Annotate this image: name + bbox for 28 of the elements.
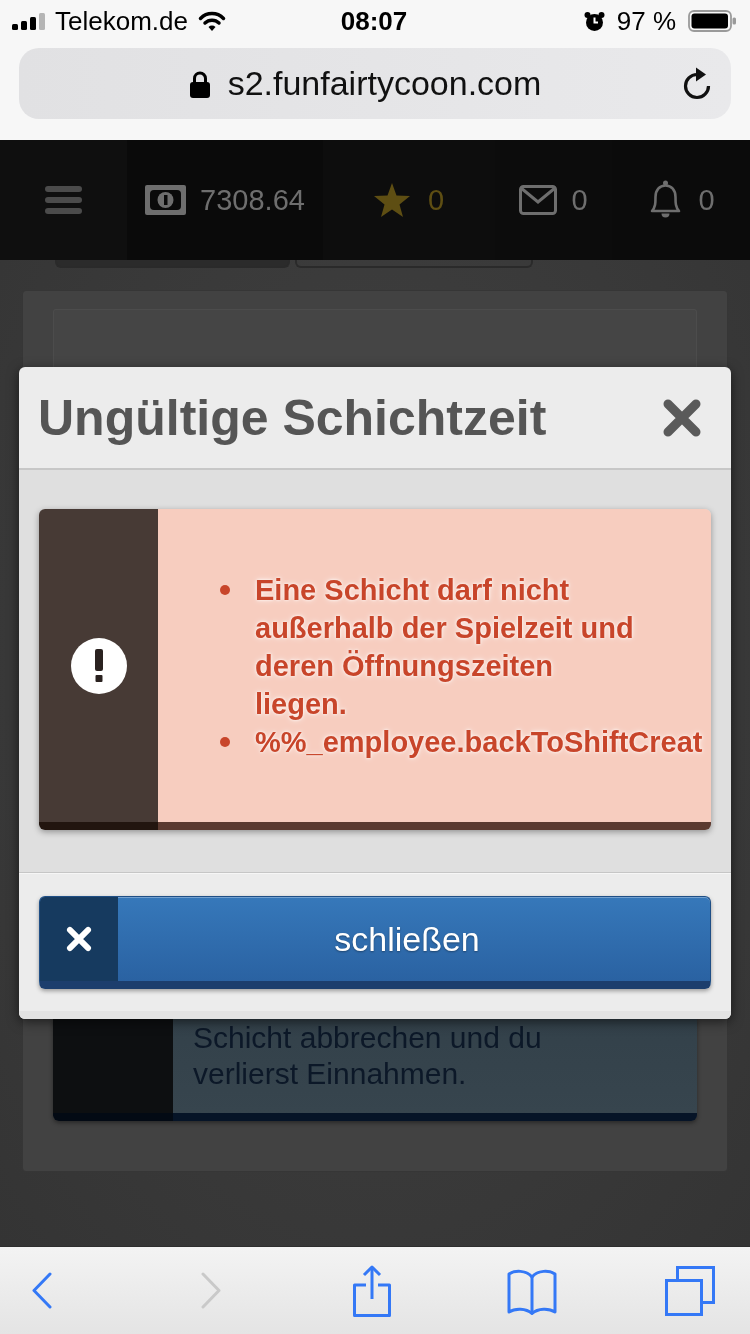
battery-percentage: 97 % xyxy=(616,6,676,36)
error-message: Eine Schicht darf nicht außerhalb der Spielzeit und deren Öffnungszeiten liegen. xyxy=(255,572,635,722)
close-icon xyxy=(662,397,702,438)
close-dialog-button[interactable]: schließen xyxy=(39,896,711,989)
wifi-icon xyxy=(197,10,226,32)
share-icon[interactable] xyxy=(353,1264,391,1317)
reload-icon[interactable] xyxy=(682,67,712,100)
star-icon xyxy=(373,183,410,217)
bullet-icon xyxy=(220,584,230,595)
menu-icon xyxy=(45,186,82,214)
address-bar[interactable]: s2.funfairtycoon.com xyxy=(19,48,731,119)
close-button[interactable] xyxy=(662,397,702,438)
error-message: %%_employee.backToShiftCreat xyxy=(255,724,703,760)
bullet-icon xyxy=(220,736,230,747)
envelope-icon xyxy=(519,185,558,215)
carrier-name: Telekom.de xyxy=(55,6,188,36)
alarm-clock-icon xyxy=(583,10,605,32)
exclamation-icon xyxy=(70,637,127,694)
close-icon xyxy=(66,926,92,952)
back-icon[interactable] xyxy=(32,1272,52,1309)
dialog-title: Ungültige Schichtzeit xyxy=(38,388,547,447)
clock-time: 08:07 xyxy=(340,6,408,36)
battery-icon xyxy=(688,10,736,32)
lock-icon xyxy=(189,69,210,98)
url-text: s2.funfairtycoon.com xyxy=(227,64,542,103)
banknote-icon xyxy=(145,185,187,215)
signal-icon xyxy=(12,12,45,30)
tabs-icon[interactable] xyxy=(665,1265,715,1316)
